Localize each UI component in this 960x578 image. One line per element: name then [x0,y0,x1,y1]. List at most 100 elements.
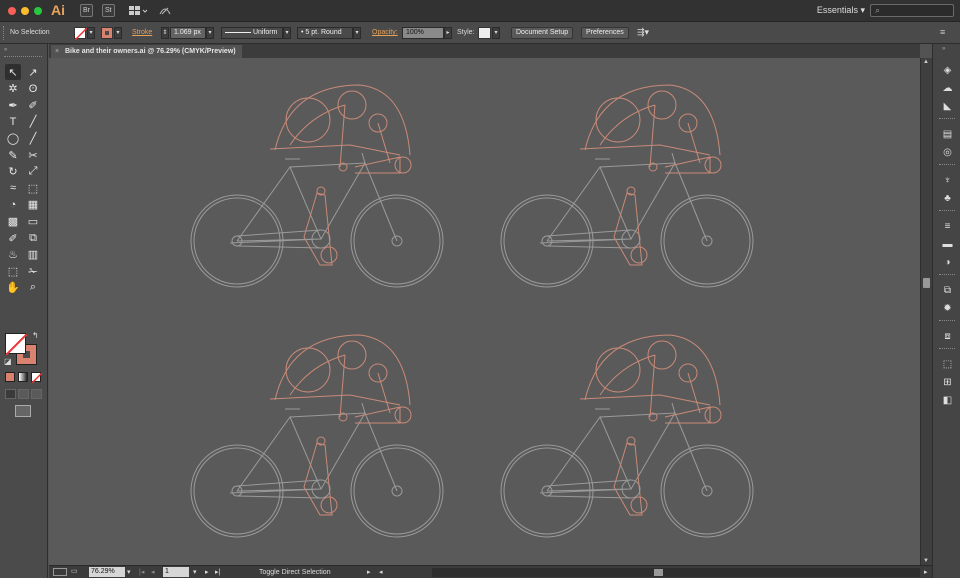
appearance-icon[interactable]: ⧉ [941,284,954,297]
close-window-button[interactable] [8,7,16,15]
bridge-button[interactable]: Br [80,4,93,17]
style-dropdown[interactable]: ▾ [492,27,500,39]
vertical-scroll-thumb[interactable] [923,278,930,288]
variable-width-profile[interactable]: Uniform [221,27,283,39]
graphic-style-swatch[interactable] [478,27,491,39]
magic-wand-icon[interactable]: ✲ [5,81,21,97]
ellipse-icon[interactable]: ◯ [5,130,21,146]
stroke-weight-field[interactable]: 1.069 px [170,27,206,39]
stroke-dropdown[interactable]: ▾ [114,27,122,39]
zoom-level-dropdown[interactable]: ▭ [71,567,83,575]
panel-menu-icon[interactable]: ≡ [940,27,952,39]
perspective-icon[interactable]: ▦ [25,197,41,213]
transform-icon[interactable]: ⬚ [941,358,954,371]
draw-normal-icon[interactable] [5,389,16,399]
layers-icon[interactable]: ◈ [941,64,954,77]
zoom-icon[interactable]: ⌕ [25,280,41,296]
scroll-down-icon[interactable]: ▼ [923,558,929,564]
previous-artboard-icon[interactable]: ◂ [151,567,155,578]
stroke-weight-dropdown[interactable]: ▾ [206,27,214,39]
opacity-field[interactable]: 100% [402,27,444,39]
artboards-icon[interactable]: ▤ [941,128,954,141]
zoom-level-field[interactable]: 76.29% [89,567,125,577]
stroke-swatch[interactable] [101,27,113,39]
horizontal-scroll-thumb[interactable] [654,569,663,576]
brush-dropdown[interactable]: ▾ [353,27,361,39]
fill-dropdown[interactable]: ▾ [87,27,95,39]
artboard-canvas[interactable] [49,58,920,565]
opacity-dropdown[interactable]: ▸ [444,27,452,39]
pencil-icon[interactable]: ✎ [5,147,21,163]
align-icon[interactable]: ⊞ [941,376,954,389]
minimize-window-button[interactable] [21,7,29,15]
arrange-documents-icon[interactable] [128,4,148,17]
pen-icon[interactable]: ✒ [5,97,21,113]
gradient-icon[interactable]: ▭ [25,213,41,229]
artboard-dropdown-icon[interactable]: ▾ [193,567,197,578]
artboard-number-field[interactable]: 1 [163,567,189,577]
search-input[interactable]: ⌕ [870,4,954,17]
horizontal-scrollbar[interactable] [432,568,920,577]
document-setup-button[interactable]: Document Setup [511,27,574,39]
swap-fill-stroke-icon[interactable]: ↰ [32,331,39,340]
rotate-icon[interactable]: ↻ [5,164,21,180]
warp-icon[interactable]: ≈ [5,180,21,196]
status-menu-icon[interactable]: ▸ [367,567,371,578]
next-artboard-icon[interactable]: ▸ [205,567,209,578]
artboard-navigator-icon[interactable] [53,568,67,576]
stroke-icon[interactable]: ≡ [941,220,954,233]
zoom-dropdown-icon[interactable]: ▾ [127,567,131,578]
opacity-panel-link[interactable]: Opacity: [372,27,398,39]
slice-icon[interactable]: ✁ [25,263,41,279]
last-artboard-icon[interactable]: ▸| [215,567,220,578]
fill-color-swatch[interactable] [5,333,28,356]
dock-collapse-icon[interactable]: » [942,46,945,52]
stock-button[interactable]: St [102,4,115,17]
mesh-icon[interactable]: ▩ [5,213,21,229]
eyedropper-icon[interactable]: ✐ [5,230,21,246]
scroll-right-icon[interactable]: ▸ [924,567,928,578]
direct-selection-icon[interactable]: ↗ [25,64,41,80]
close-tab-icon[interactable]: × [55,45,59,58]
properties-icon[interactable]: ◣ [941,100,954,113]
layers-stack-icon[interactable]: ⧈ [941,330,954,343]
gradient-mode-icon[interactable] [18,372,28,382]
blend-icon[interactable]: ⧉ [25,230,41,246]
preferences-button[interactable]: Preferences [581,27,629,39]
shape-builder-icon[interactable]: ◔ [5,197,21,213]
cc-libraries-icon[interactable]: ◎ [941,146,954,159]
paintbrush-icon[interactable]: ╱ [25,130,41,146]
type-icon[interactable]: T [5,114,21,130]
draw-behind-icon[interactable] [18,389,29,399]
maximize-window-button[interactable] [34,7,42,15]
stroke-panel-link[interactable]: Stroke [132,27,152,39]
scroll-left-icon[interactable]: ◂ [379,567,383,578]
vertical-scrollbar[interactable]: ▲ ▼ [920,58,932,565]
symbols-icon[interactable]: ♣ [941,192,954,205]
gradient-icon[interactable]: ▬ [941,238,954,251]
workspace-switcher[interactable]: Essentials ▾ [817,5,865,16]
curvature-icon[interactable]: ✐ [25,97,41,113]
symbol-sprayer-icon[interactable]: ♨ [5,247,21,263]
free-transform-icon[interactable]: ⬚ [25,180,41,196]
default-fill-stroke-icon[interactable]: ◪ [4,357,12,366]
stroke-weight-stepper[interactable]: ⇕ [161,27,169,39]
artboard-icon[interactable]: ⬚ [5,263,21,279]
libraries-icon[interactable]: ☁ [941,82,954,95]
gpu-performance-icon[interactable] [158,4,172,17]
fill-swatch[interactable] [74,27,87,40]
profile-dropdown[interactable]: ▾ [283,27,291,39]
panel-collapse-icon[interactable]: « [4,47,7,53]
scissors-icon[interactable]: ✂ [25,147,41,163]
transparency-icon[interactable]: ◑ [941,256,954,269]
hand-icon[interactable]: ✋ [5,280,21,296]
scale-icon[interactable]: ⤢ [25,164,41,180]
color-mode-icon[interactable] [5,372,15,382]
line-icon[interactable]: ╱ [25,114,41,130]
none-mode-icon[interactable] [31,372,42,383]
brush-definition[interactable]: • 5 pt. Round [297,27,353,39]
brushes-icon[interactable]: ♆ [941,174,954,187]
graphic-styles-icon[interactable]: ✹ [941,302,954,315]
lasso-icon[interactable]: ʘ [25,81,41,97]
pathfinder-icon[interactable]: ◧ [941,394,954,407]
